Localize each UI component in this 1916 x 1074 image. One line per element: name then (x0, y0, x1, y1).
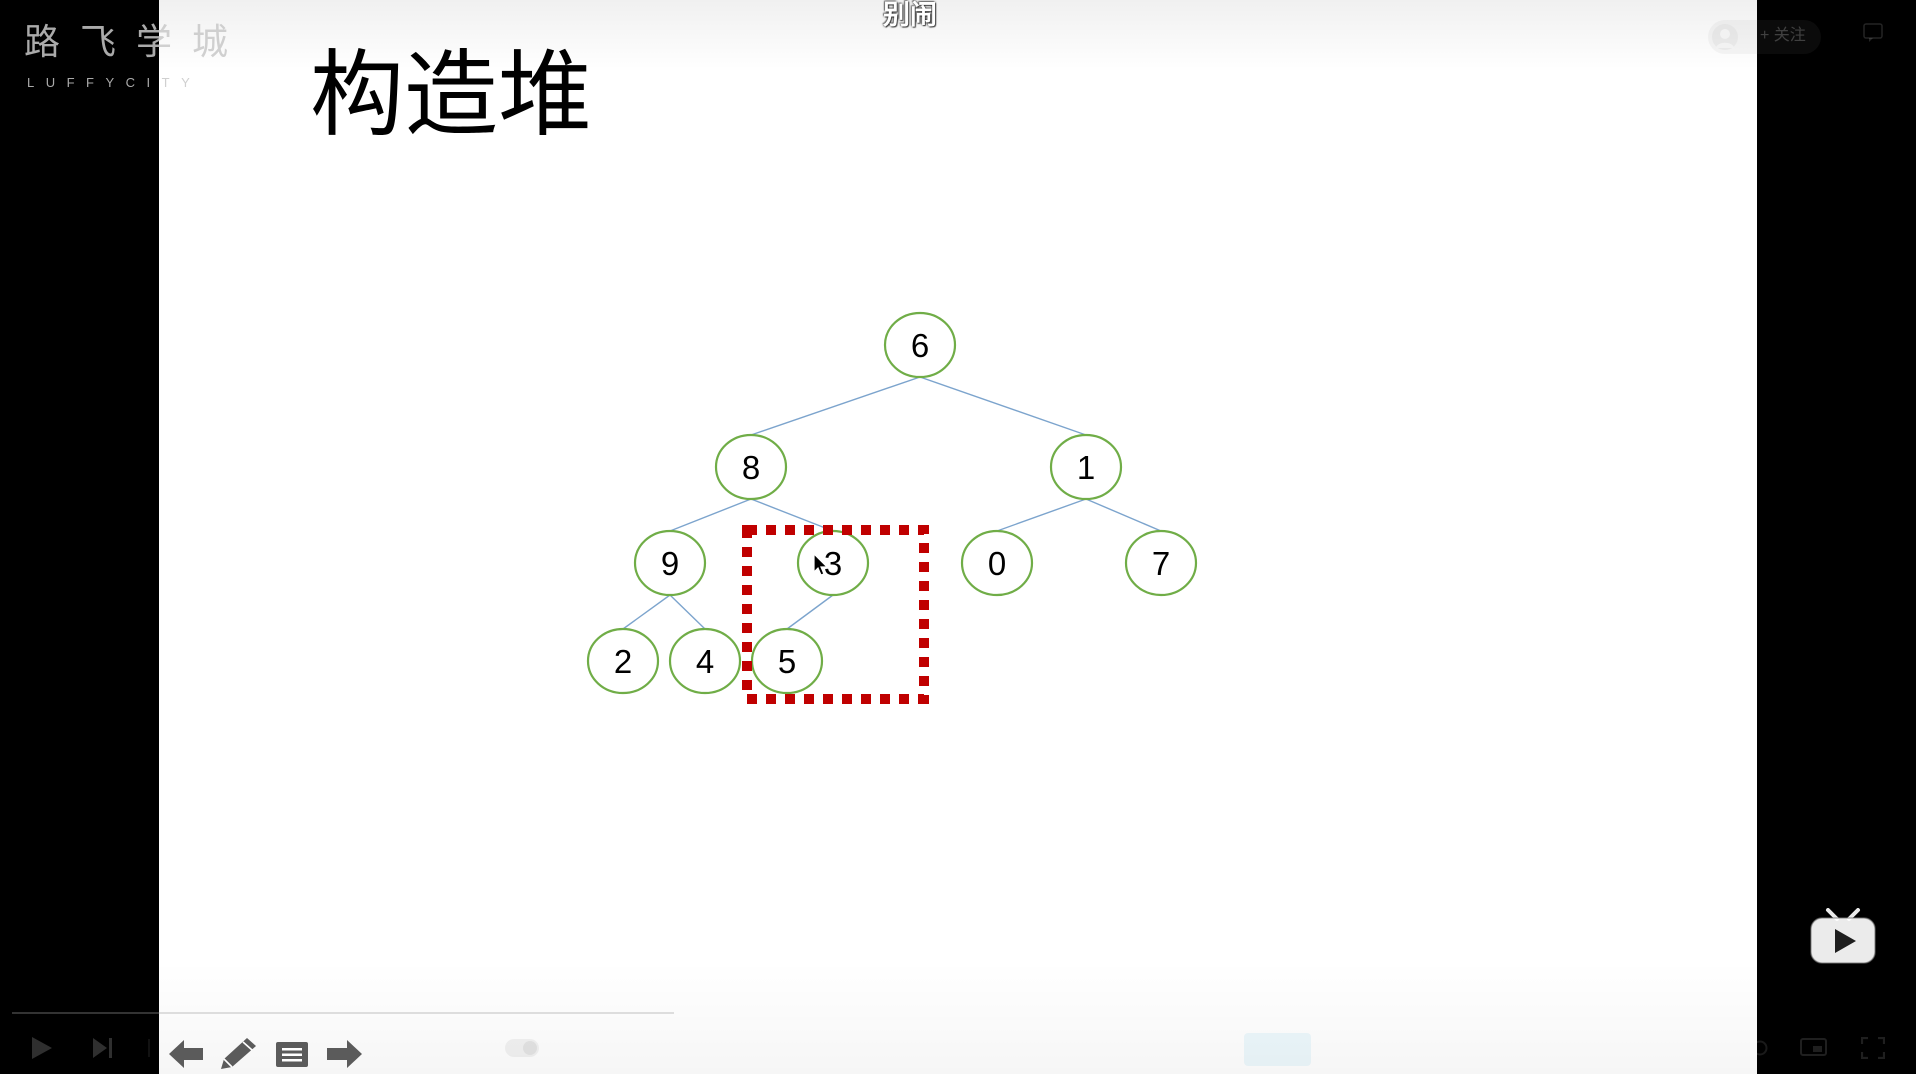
bilibili-tv-icon[interactable] (1810, 908, 1876, 964)
arrow-left-icon[interactable] (169, 1040, 203, 1068)
progress-bar[interactable] (12, 1012, 1904, 1014)
watermark-logo-cn: 路飞学城 (24, 22, 249, 63)
play-icon[interactable] (32, 1037, 52, 1059)
settings-icon[interactable] (1751, 1039, 1769, 1057)
danmaku-comment: 别闹 (883, 0, 937, 30)
danmaku-send-button[interactable] (1244, 1033, 1311, 1066)
next-icon[interactable] (93, 1038, 113, 1058)
progress-played (12, 1012, 675, 1014)
menu-icon[interactable] (276, 1042, 308, 1067)
toggle-icon[interactable] (505, 1039, 539, 1057)
fullscreen-icon[interactable] (1861, 1037, 1885, 1059)
video-frame[interactable]: 构造堆 (159, 0, 1757, 1074)
avatar-icon (1712, 24, 1738, 50)
control-divider (148, 1039, 150, 1057)
web-fullscreen-icon[interactable] (1800, 1038, 1827, 1058)
toggle-knob (523, 1041, 537, 1055)
follow-button[interactable]: + 关注 (1708, 20, 1821, 54)
arrow-right-icon[interactable] (327, 1040, 362, 1068)
follow-label: + 关注 (1760, 27, 1806, 44)
letterbox-left (0, 0, 159, 1074)
pen-icon[interactable] (220, 1036, 258, 1070)
slide-title: 构造堆 (310, 41, 593, 150)
feedback-icon[interactable] (1863, 23, 1883, 43)
watermark-logo-en: LUFFYCITY (27, 75, 202, 90)
video-player: 构造堆 6892435107 路飞学城 LUFFYCITY 别闹 + 关注 (0, 0, 1916, 1074)
